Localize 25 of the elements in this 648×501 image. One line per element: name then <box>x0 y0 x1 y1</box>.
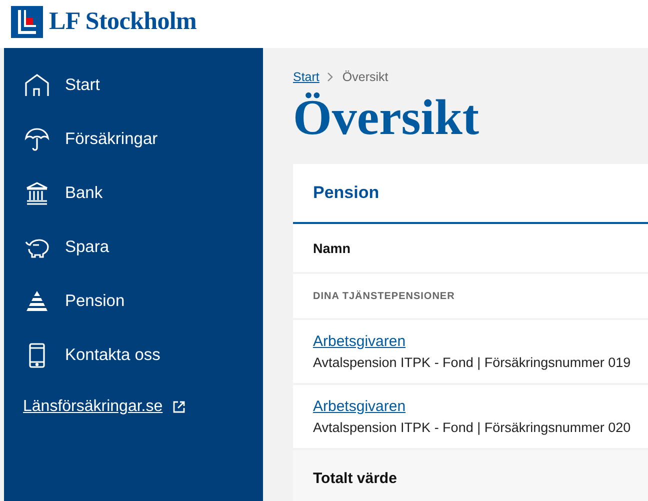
nav-item[interactable]: Spara <box>4 220 263 274</box>
policy-detail: Avtalspension ITPK - Fond | Försäkringsnummer 020 <box>313 420 632 435</box>
breadcrumb-link[interactable]: Start <box>293 70 320 84</box>
card-title: Pension <box>313 183 380 203</box>
logo-text: LF Stockholm <box>49 8 197 36</box>
nav-item[interactable]: Bank <box>4 166 263 220</box>
nav-item[interactable]: Försäkringar <box>4 112 263 166</box>
logo-icon <box>11 6 43 38</box>
employer-link[interactable]: Arbetsgivaren <box>313 398 406 415</box>
section-heading: DINA TJÄNSTEPENSIONER <box>313 290 456 302</box>
nav-item[interactable]: Kontakta oss <box>4 328 263 382</box>
external-link-icon <box>172 401 185 413</box>
nav-item[interactable]: Start <box>4 58 263 112</box>
breadcrumb-current: Översikt <box>342 70 388 84</box>
house-icon <box>24 72 50 98</box>
page-title: Översikt <box>293 88 480 146</box>
total-label: Totalt värde <box>313 470 398 486</box>
chevron-icon <box>327 72 334 82</box>
column-header: Namn <box>313 240 352 256</box>
umbrella-icon <box>24 126 50 152</box>
nav-item[interactable]: Pension <box>4 274 263 328</box>
bank-icon <box>24 180 50 206</box>
employer-link[interactable]: Arbetsgivaren <box>313 333 406 350</box>
policy-detail: Avtalspension ITPK - Fond | Försäkringsnummer 019 <box>313 355 632 370</box>
external-link[interactable]: Länsförsäkringar.se <box>23 398 163 416</box>
